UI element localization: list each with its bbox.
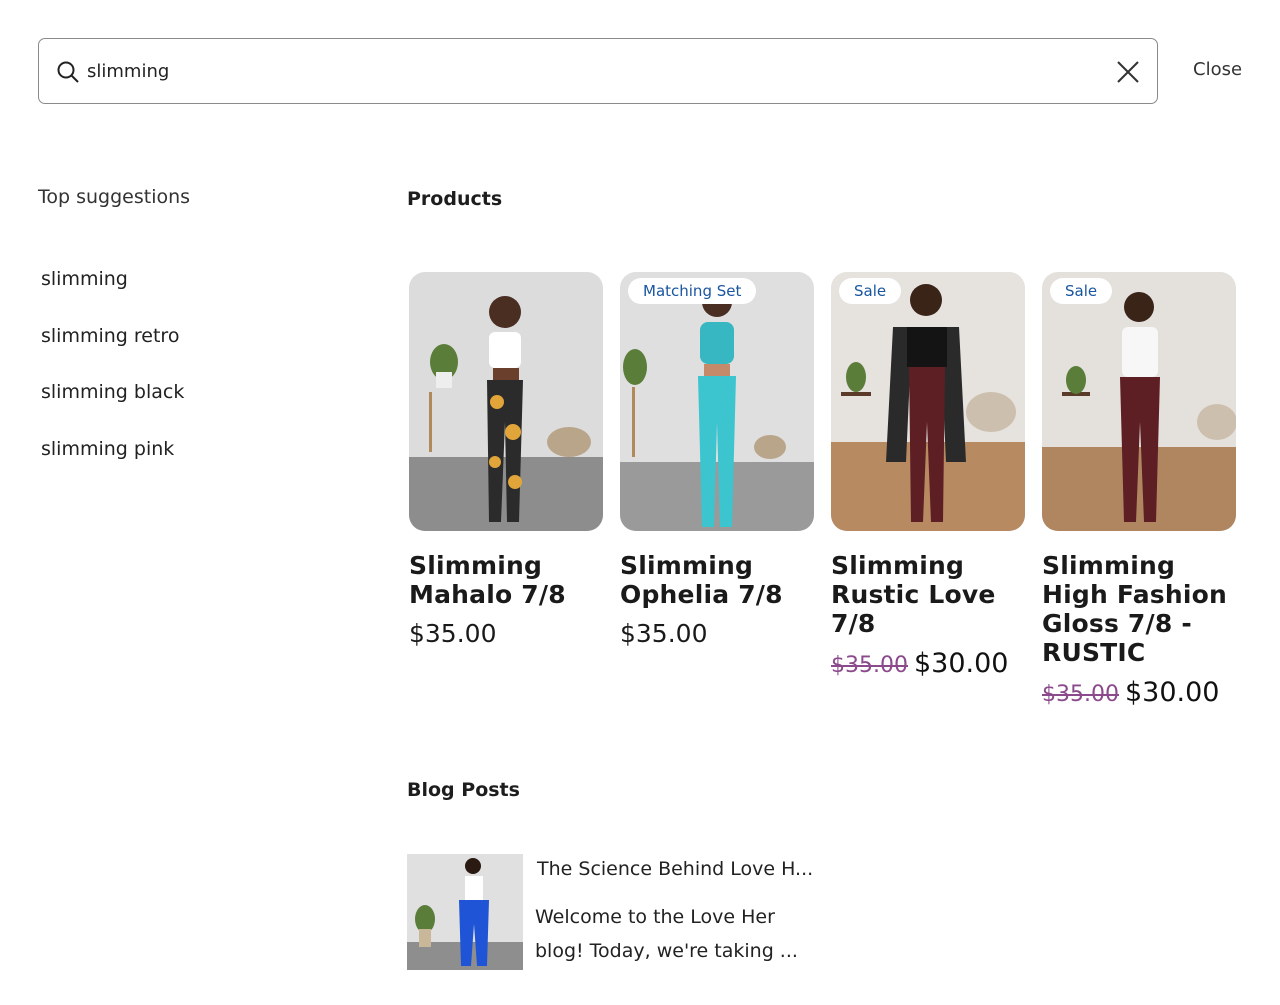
product-image[interactable] [409,272,603,531]
product-price: $35.00 [620,619,708,648]
search-icon [56,60,80,84]
product-image[interactable]: Sale [831,272,1025,531]
suggestion-item[interactable]: slimming pink [41,436,184,493]
original-price: $35.00 [831,653,908,678]
search-input[interactable] [87,57,1087,85]
product-badge: Matching Set [628,278,757,304]
suggestion-item[interactable]: slimming [41,266,184,323]
close-icon[interactable] [1113,57,1143,87]
sale-price: $30.00 [1124,677,1220,708]
blog-post[interactable]: The Science Behind Love H... Welcome to … [407,854,827,972]
blog-post-excerpt: Welcome to the Love Her blog! Today, we'… [535,906,798,962]
product-badge: Sale [839,278,902,304]
suggestion-item[interactable]: slimming retro [41,323,184,380]
product-image[interactable]: Matching Set [620,272,814,531]
product-image[interactable]: Sale [1042,272,1236,531]
product-name[interactable]: Slimming High Fashion Gloss 7/8 - RUSTIC [1042,551,1236,667]
close-button[interactable]: Close [1193,59,1242,80]
product-name[interactable]: Slimming Rustic Love 7/8 [831,551,1025,638]
products-heading: Products [407,188,503,210]
product-card[interactable]: Matching Set Slimming Ophelia 7/8 $35.00 [620,272,814,648]
product-card[interactable]: Sale Slimming High Fashion Gloss 7/8 - R… [1042,272,1236,708]
product-price: $35.00 $30.00 [831,648,1025,679]
product-name[interactable]: Slimming Ophelia 7/8 [620,551,814,609]
original-price: $35.00 [1042,682,1119,707]
blog-heading: Blog Posts [407,779,520,801]
sale-price: $30.00 [913,648,1009,679]
suggestion-item[interactable]: slimming black [41,379,184,436]
product-card[interactable]: Sale Slimming Rustic Love 7/8 $35.00 $30.… [831,272,1025,679]
product-card[interactable]: Slimming Mahalo 7/8 $35.00 [409,272,603,648]
search-bar [38,38,1158,104]
product-name[interactable]: Slimming Mahalo 7/8 [409,551,603,609]
suggestions-heading: Top suggestions [38,186,191,208]
blog-post-title[interactable]: The Science Behind Love H... [537,858,813,880]
suggestions-list: slimming slimming retro slimming black s… [41,266,184,492]
product-badge: Sale [1050,278,1113,304]
product-price: $35.00 [409,619,497,648]
product-price: $35.00 $30.00 [1042,677,1236,708]
blog-thumbnail[interactable] [407,854,523,970]
